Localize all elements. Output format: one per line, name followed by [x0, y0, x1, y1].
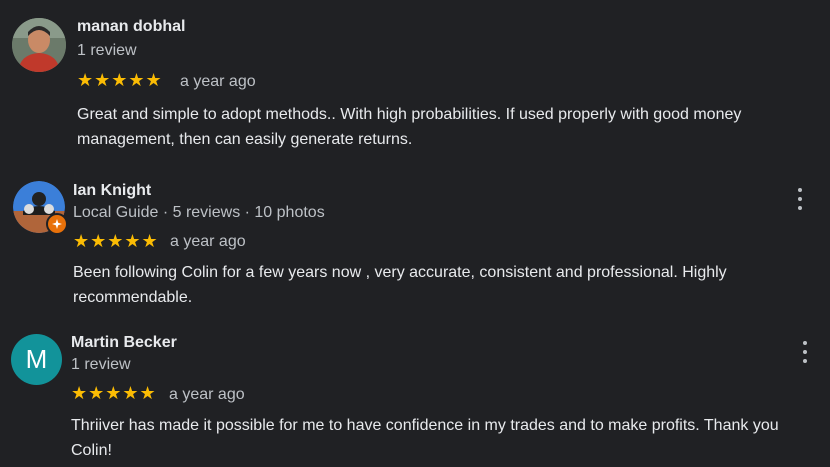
review-date: a year ago: [170, 233, 246, 250]
reviewer-name[interactable]: manan dobhal: [77, 18, 185, 36]
reviewer-meta: 1 review: [77, 42, 137, 59]
reviewer-avatar[interactable]: [13, 181, 68, 235]
reviewer-avatar[interactable]: M: [11, 334, 62, 385]
more-options-button[interactable]: [801, 341, 809, 363]
review-card: manan dobhal 1 review ★★★★★ a year ago G…: [0, 0, 830, 160]
reviewer-meta: 1 review: [71, 356, 131, 373]
star-rating: ★★★★★: [77, 70, 163, 90]
avatar-letter: M: [25, 344, 48, 374]
reviewer-avatar[interactable]: [12, 18, 66, 72]
reviewer-name[interactable]: Ian Knight: [73, 182, 151, 200]
star-rating: ★★★★★: [73, 231, 159, 251]
review-text: Been following Colin for a few years now…: [73, 264, 727, 306]
review-date: a year ago: [169, 386, 245, 403]
review-text: Thriiver has made it possible for me to …: [71, 417, 779, 459]
review-date: a year ago: [180, 73, 256, 90]
person-photo-icon: [12, 18, 66, 72]
reviewer-meta: Local Guide · 5 reviews · 10 photos: [73, 204, 325, 221]
review-text: Great and simple to adopt methods.. With…: [77, 106, 742, 148]
more-vert-icon: [798, 188, 802, 192]
more-vert-icon: [803, 341, 807, 345]
local-guide-badge-icon: [46, 213, 68, 235]
reviewer-name[interactable]: Martin Becker: [71, 334, 177, 352]
star-rating: ★★★★★: [71, 383, 157, 403]
more-options-button[interactable]: [796, 188, 804, 210]
